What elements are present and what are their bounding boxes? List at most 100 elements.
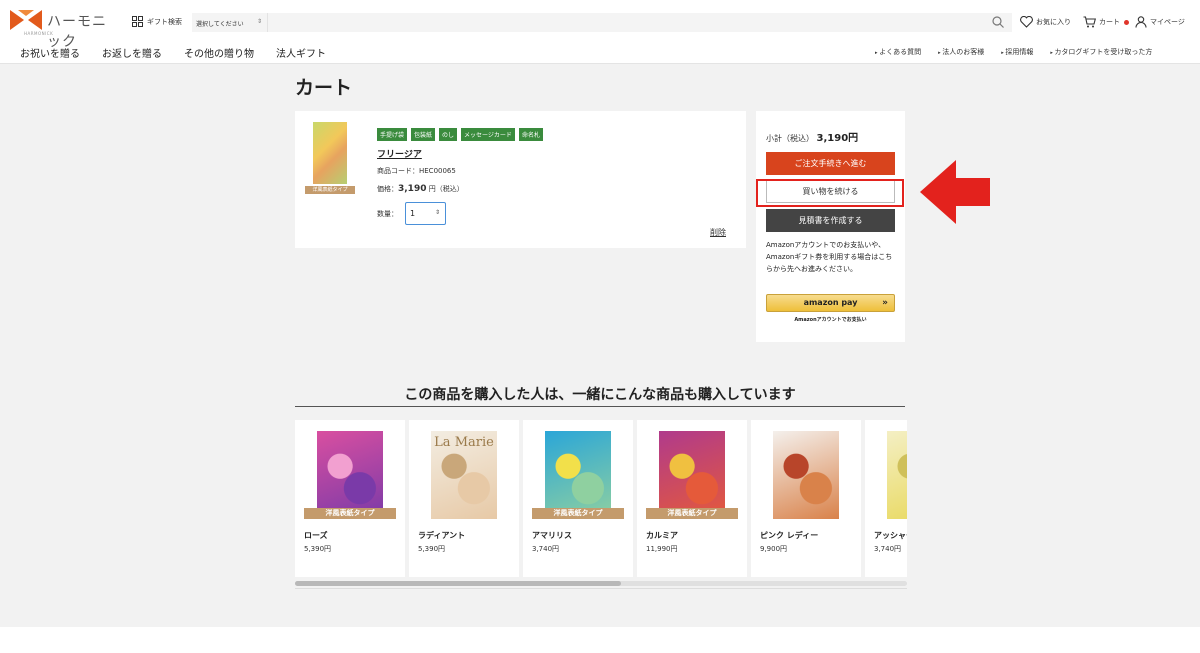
product-card-name: ピンク レディー <box>760 531 819 540</box>
tag-bag: 手提げ袋 <box>377 128 408 141</box>
product-card-price: 3,740円 <box>532 545 560 553</box>
nav-corporate[interactable]: 法人ギフト <box>276 45 326 60</box>
recommend-track: 洋風表紙タイプ ローズ 5,390円 La Marie ラディアント 5,390円 洋風表紙… <box>295 420 907 577</box>
create-quote-button[interactable]: 見積書を作成する <box>766 209 895 232</box>
cart-icon <box>1083 16 1096 28</box>
product-card-image <box>773 431 839 519</box>
thumbnail-band: 洋風表紙タイプ <box>305 186 355 194</box>
user-icon <box>1135 16 1147 28</box>
tag-noshi: のし <box>439 128 458 141</box>
footer <box>0 627 1200 653</box>
quantity-label: 数量： <box>377 210 398 218</box>
double-chevron-icon: » <box>882 298 888 308</box>
mypage-label: マイページ <box>1150 18 1185 26</box>
cart-link[interactable]: カート <box>1083 16 1129 28</box>
product-card-image: La Marie <box>431 431 497 519</box>
amazon-pay-button[interactable]: amazon pay » <box>766 294 895 312</box>
gift-search-toggle[interactable]: ギフト検索 <box>132 16 182 27</box>
nav-return-gift[interactable]: お返しを贈る <box>102 45 162 60</box>
delete-item-link[interactable]: 削除 <box>710 227 726 238</box>
cover-title: La Marie <box>434 435 494 450</box>
product-card-name: カルミア <box>646 531 678 540</box>
cart-label: カート <box>1099 18 1120 26</box>
product-card-image <box>545 431 611 519</box>
product-card-band: 洋風表紙タイプ <box>532 508 624 519</box>
price-suffix: 円（税込） <box>428 185 464 193</box>
search-input[interactable] <box>268 13 1012 32</box>
product-card-price: 5,390円 <box>304 545 332 553</box>
search-icon[interactable] <box>992 16 1004 28</box>
product-card-band: 洋風表紙タイプ <box>646 508 738 519</box>
red-arrow-icon <box>920 160 990 224</box>
subnav-faq[interactable]: よくある質問 <box>875 47 921 57</box>
tag-wrapping: 包装紙 <box>411 128 436 141</box>
brand-sub: HARMONICK <box>24 31 54 36</box>
product-card-price: 9,900円 <box>760 545 788 553</box>
subtotal-value: 3,190円 <box>816 133 859 144</box>
product-card-price: 11,990円 <box>646 545 678 553</box>
product-card-name: ローズ <box>304 531 328 540</box>
quantity-arrow-icon: ⇕ <box>434 209 440 216</box>
product-card[interactable]: 洋風表紙タイプ ローズ 5,390円 <box>295 420 405 577</box>
product-card[interactable]: ピンク レディー 9,900円 <box>751 420 861 577</box>
product-price: 価格：3,190 円（税込） <box>377 184 464 194</box>
checkout-button[interactable]: ご注文手続きへ進む <box>766 152 895 175</box>
product-image <box>313 122 347 184</box>
favorites-label: お気に入り <box>1036 18 1071 26</box>
product-card-image <box>317 431 383 519</box>
product-card-image <box>659 431 725 519</box>
sub-nav: よくある質問 法人のお客様 採用情報 カタログギフトを受け取った方 <box>858 47 1152 57</box>
recommend-divider <box>295 406 905 407</box>
highlight-box <box>756 179 904 207</box>
amazon-pay-note: Amazonアカウントでのお支払いや、Amazonギフト券を利用する場合はこちら… <box>766 241 893 273</box>
cart-badge <box>1124 19 1129 25</box>
subnav-corporate[interactable]: 法人のお客様 <box>938 47 984 57</box>
recommend-title: この商品を購入した人は、一緒にこんな商品も購入しています <box>404 387 796 403</box>
gift-search-label: ギフト検索 <box>147 17 182 26</box>
grid-icon <box>132 16 143 27</box>
option-tags: 手提げ袋 包装紙 のし メッセージカード 命名札 <box>377 128 543 141</box>
favorites-link[interactable]: お気に入り <box>1020 16 1071 28</box>
product-code: 商品コード：HEC00065 <box>377 167 456 175</box>
quantity-select[interactable]: 1 ⇕ <box>405 202 446 225</box>
product-card[interactable]: 洋風表紙タイプ カルミア 11,990円 <box>637 420 747 577</box>
subnav-recruit[interactable]: 採用情報 <box>1001 47 1033 57</box>
category-select[interactable]: 選択してください ⇕ <box>192 13 268 32</box>
subnav-catalog-receivers[interactable]: カタログギフトを受け取った方 <box>1050 47 1152 57</box>
product-card[interactable]: La Marie ラディアント 5,390円 <box>409 420 519 577</box>
nav-other-gifts[interactable]: その他の贈り物 <box>184 45 254 60</box>
carousel-scrollbar[interactable] <box>295 581 907 586</box>
product-card-name: アマリリス <box>532 531 572 540</box>
nav-celebrate[interactable]: お祝いを贈る <box>20 45 80 60</box>
product-thumbnail[interactable]: 洋風表紙タイプ <box>305 122 355 194</box>
carousel-scroll-thumb[interactable] <box>295 581 621 586</box>
select-arrow-icon: ⇕ <box>256 18 262 25</box>
amazon-pay-sub: Amazonアカウントでお支払い <box>794 317 867 323</box>
page-title: カート <box>295 77 353 99</box>
heart-icon <box>1020 16 1033 28</box>
main-nav: お祝いを贈る お返しを贈る その他の贈り物 法人ギフト <box>20 45 348 60</box>
subtotal-label: 小計（税込） <box>766 134 814 143</box>
logo-mark-icon <box>10 10 42 30</box>
product-card-band: 洋風表紙タイプ <box>304 508 396 519</box>
product-card-name: アッシャー <box>874 531 907 540</box>
price-label: 価格： <box>377 185 398 193</box>
cart-item-card: 洋風表紙タイプ 手提げ袋 包装紙 のし メッセージカード 命名札 フリージア 商… <box>295 111 746 248</box>
recommend-carousel[interactable]: 洋風表紙タイプ ローズ 5,390円 La Marie ラディアント 5,390円 洋風表紙… <box>295 420 907 577</box>
mypage-link[interactable]: マイページ <box>1135 16 1185 28</box>
product-name-link[interactable]: フリージア <box>377 147 422 160</box>
category-select-value: 選択してください <box>196 21 244 28</box>
product-card[interactable]: La アッシャー 3,740円 <box>865 420 907 577</box>
amazon-pay-label: amazon pay <box>803 298 858 307</box>
order-summary: 小計（税込） 3,190円 ご注文手続きへ進む 買い物を続ける 見積書を作成する… <box>756 111 905 342</box>
site-logo[interactable]: ハーモニック HARMONICK <box>10 10 120 50</box>
site-header: ハーモニック HARMONICK ギフト検索 選択してください ⇕ お気に入り <box>0 0 1200 64</box>
tag-message-card: メッセージカード <box>461 128 515 141</box>
product-card[interactable]: 洋風表紙タイプ アマリリス 3,740円 <box>523 420 633 577</box>
cover-title: La <box>887 435 907 450</box>
tag-name-card: 命名札 <box>518 128 543 141</box>
price-value: 3,190 <box>398 184 427 194</box>
product-card-price: 5,390円 <box>418 545 446 553</box>
product-card-name: ラディアント <box>418 531 466 540</box>
quantity-value: 1 <box>410 209 416 218</box>
